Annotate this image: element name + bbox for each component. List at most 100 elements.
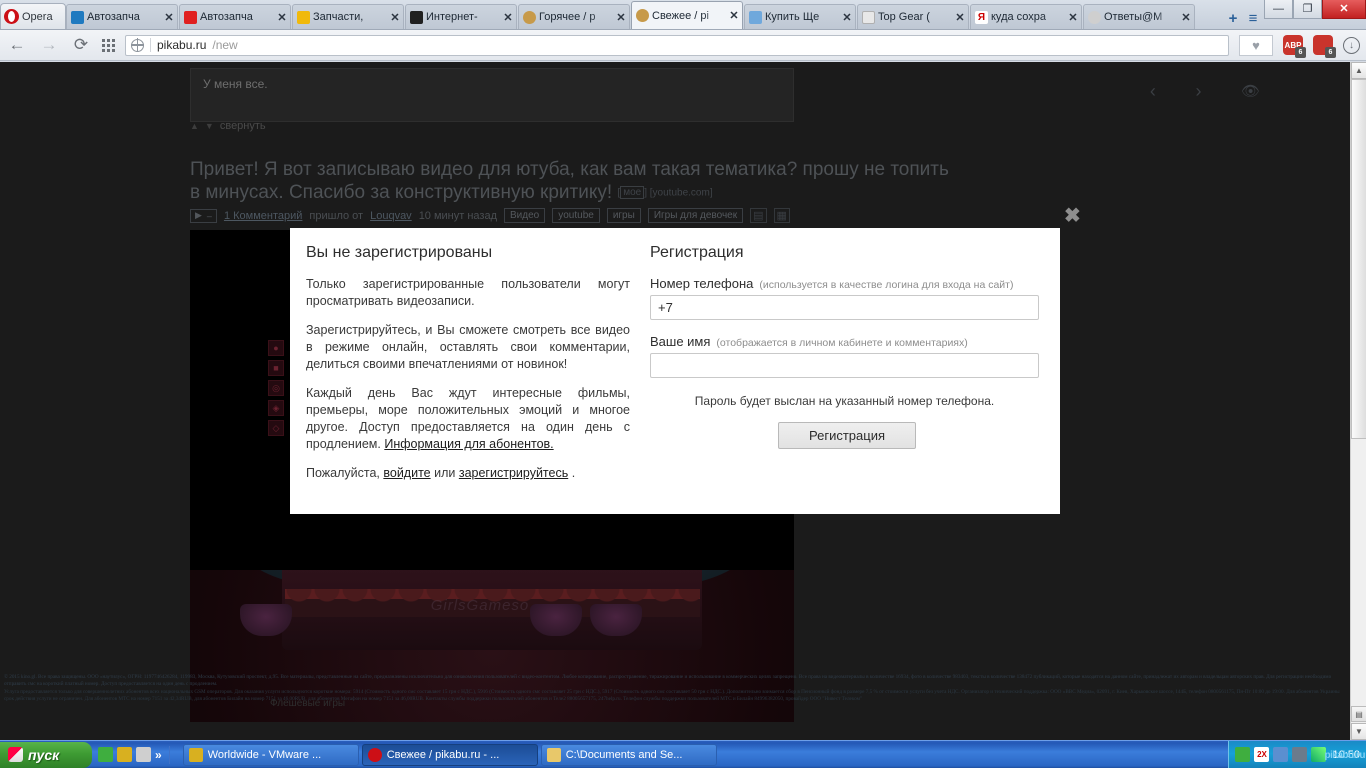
maximize-button[interactable]: ❐ bbox=[1293, 0, 1322, 19]
browser-tab-9[interactable]: Ответы@M ✕ bbox=[1083, 4, 1195, 29]
scrollbar-thumb[interactable] bbox=[1351, 79, 1366, 439]
downvote-icon[interactable]: ▼ bbox=[205, 121, 214, 131]
clover-icon[interactable] bbox=[98, 747, 113, 762]
vmware-icon bbox=[188, 747, 203, 762]
tab-title: Автозапча bbox=[200, 11, 253, 23]
clock-watermark: pikabu.ru bbox=[1324, 749, 1365, 761]
bug-icon[interactable] bbox=[117, 747, 132, 762]
close-window-button[interactable]: ✕ bbox=[1322, 0, 1366, 19]
modal-close-icon[interactable]: ✖ bbox=[1064, 206, 1081, 226]
grid-icon[interactable]: ▦ bbox=[773, 208, 790, 223]
password-note: Пароль будет выслан на указанный номер т… bbox=[694, 394, 995, 408]
play-button[interactable]: ▶ – bbox=[190, 208, 217, 223]
quick-launch-more-icon[interactable]: » bbox=[155, 748, 162, 762]
post-tag-2[interactable]: игры bbox=[606, 208, 641, 223]
upvote-icon[interactable]: ▲ bbox=[190, 121, 199, 131]
name-label-text: Ваше имя bbox=[650, 334, 711, 349]
tab-close-icon[interactable]: ✕ bbox=[728, 9, 740, 22]
post-tag-1[interactable]: youtube bbox=[552, 208, 600, 223]
browser-tab-5-active[interactable]: Свежее / pi ✕ bbox=[631, 1, 743, 29]
browser-tab-1[interactable]: Автозапча ✕ bbox=[179, 4, 291, 29]
minimize-button[interactable]: — bbox=[1264, 0, 1293, 19]
bookmark-heart-icon[interactable]: ♥ bbox=[1239, 34, 1273, 56]
back-icon[interactable]: ← bbox=[6, 35, 28, 55]
scrollbar-grip-icon[interactable]: ▤ bbox=[1351, 706, 1366, 722]
address-bar[interactable]: pikabu.ru/new bbox=[125, 34, 1229, 56]
clover-icon[interactable] bbox=[1235, 747, 1251, 762]
browser-tab-6[interactable]: Купить Ще ✕ bbox=[744, 4, 856, 29]
reload-icon[interactable]: ⟳ bbox=[70, 35, 92, 55]
speed-dial-icon[interactable] bbox=[102, 38, 115, 52]
register-submit-button[interactable]: Регистрация bbox=[778, 422, 916, 449]
tab-close-icon[interactable]: ✕ bbox=[615, 11, 627, 24]
browser-tab-2[interactable]: Запчасти, ✕ bbox=[292, 4, 404, 29]
monitor-icon[interactable] bbox=[1273, 747, 1289, 762]
calculator-icon[interactable] bbox=[136, 747, 151, 762]
side-button-1[interactable]: ● bbox=[268, 340, 284, 356]
tab-close-icon[interactable]: ✕ bbox=[1180, 11, 1192, 24]
browser-tab-7[interactable]: Top Gear ( ✕ bbox=[857, 4, 969, 29]
collapse-link[interactable]: свернуть bbox=[220, 120, 266, 132]
next-page-icon[interactable]: › bbox=[1195, 81, 1201, 102]
side-button-3[interactable]: ◎ bbox=[268, 380, 284, 396]
taskbar-item-vmware[interactable]: Worldwide - VMware ... bbox=[182, 743, 359, 766]
doc-icon bbox=[862, 10, 875, 24]
side-button-4[interactable]: ◈ bbox=[268, 400, 284, 416]
noscript-icon[interactable]: 6 bbox=[1313, 35, 1336, 58]
tab-close-icon[interactable]: ✕ bbox=[841, 11, 853, 24]
tab-close-icon[interactable]: ✕ bbox=[389, 11, 401, 24]
browser-tab-8[interactable]: Я куда сохра ✕ bbox=[970, 4, 1082, 29]
name-input[interactable] bbox=[650, 353, 1039, 378]
login-link[interactable]: войдите bbox=[383, 466, 430, 480]
tab-menu-icon[interactable]: ≡ bbox=[1244, 10, 1262, 27]
page-scrollbar[interactable]: ▲ ▤ ▼ bbox=[1350, 62, 1366, 740]
start-button[interactable]: пуск bbox=[0, 741, 92, 768]
eye-icon[interactable]: 👁 bbox=[1241, 82, 1260, 100]
phone-label-hint: (используется в качестве логина для вход… bbox=[759, 279, 1014, 291]
download-icon[interactable]: ↓ bbox=[1343, 36, 1360, 54]
forward-icon[interactable]: → bbox=[38, 35, 60, 55]
comments-link[interactable]: 1 Комментарий bbox=[224, 210, 302, 222]
taskbar-item-explorer[interactable]: C:\Documents and Se... bbox=[540, 743, 717, 766]
browser-tab-4[interactable]: Горячее / p ✕ bbox=[518, 4, 630, 29]
comment-collapse-row: ▲ ▼ свернуть bbox=[190, 120, 794, 132]
side-button-2[interactable]: ■ bbox=[268, 360, 284, 376]
modal-left-column: Вы не зарегистрированы Только зарегистри… bbox=[290, 228, 650, 514]
browser-tab-0[interactable]: Автозапча ✕ bbox=[66, 4, 178, 29]
register-link[interactable]: зарегистрируйтесь bbox=[459, 466, 568, 480]
tab-title: Top Gear ( bbox=[878, 11, 930, 23]
modal-left-heading: Вы не зарегистрированы bbox=[306, 244, 493, 261]
new-tab-icon[interactable]: + bbox=[1224, 10, 1242, 27]
tab-close-icon[interactable]: ✕ bbox=[1067, 11, 1079, 24]
url-domain: pikabu.ru bbox=[157, 38, 207, 52]
scroll-down-icon[interactable]: ▼ bbox=[1351, 723, 1366, 740]
shop-icon bbox=[749, 10, 762, 24]
scroll-up-icon[interactable]: ▲ bbox=[1351, 62, 1366, 79]
phone-input[interactable] bbox=[650, 295, 1039, 320]
post-meta-row: ▶ – 1 Комментарий пришло от Louqvav 10 ми… bbox=[190, 208, 950, 223]
network-icon[interactable] bbox=[1292, 747, 1308, 762]
field-spacer bbox=[650, 320, 1044, 334]
system-clock[interactable]: pikabu.ru 10:50 bbox=[1324, 749, 1365, 761]
post-title[interactable]: Привет! Я вот записываю видео для ютуба,… bbox=[190, 158, 950, 204]
tab-title: Свежее / pi bbox=[652, 9, 709, 22]
window-controls: — ❐ ✕ bbox=[1264, 0, 1366, 29]
side-button-5[interactable]: ◇ bbox=[268, 420, 284, 436]
save-icon[interactable]: ▤ bbox=[750, 208, 767, 223]
tab-close-icon[interactable]: ✕ bbox=[502, 11, 514, 24]
browser-tab-3[interactable]: Интернет- ✕ bbox=[405, 4, 517, 29]
author-link[interactable]: Louqvav bbox=[370, 210, 412, 222]
opera-menu-button[interactable]: Opera bbox=[0, 3, 66, 29]
post-tag-3[interactable]: Игры для девочек bbox=[647, 208, 744, 223]
tab-close-icon[interactable]: ✕ bbox=[276, 11, 288, 24]
meta-came-from: пришло от bbox=[309, 209, 364, 222]
post-tag-0[interactable]: Видео bbox=[504, 208, 546, 223]
adblock-icon[interactable]: ABP 6 bbox=[1283, 35, 1306, 58]
2x-icon[interactable]: 2X bbox=[1254, 747, 1270, 762]
taskbar-item-opera[interactable]: Свежее / pikabu.ru - ... bbox=[361, 743, 538, 766]
tab-close-icon[interactable]: ✕ bbox=[163, 11, 175, 24]
url-path: /new bbox=[212, 38, 238, 52]
subscriber-info-link[interactable]: Информация для абонентов. bbox=[384, 437, 553, 451]
prev-page-icon[interactable]: ‹ bbox=[1150, 81, 1156, 102]
tab-close-icon[interactable]: ✕ bbox=[954, 11, 966, 24]
